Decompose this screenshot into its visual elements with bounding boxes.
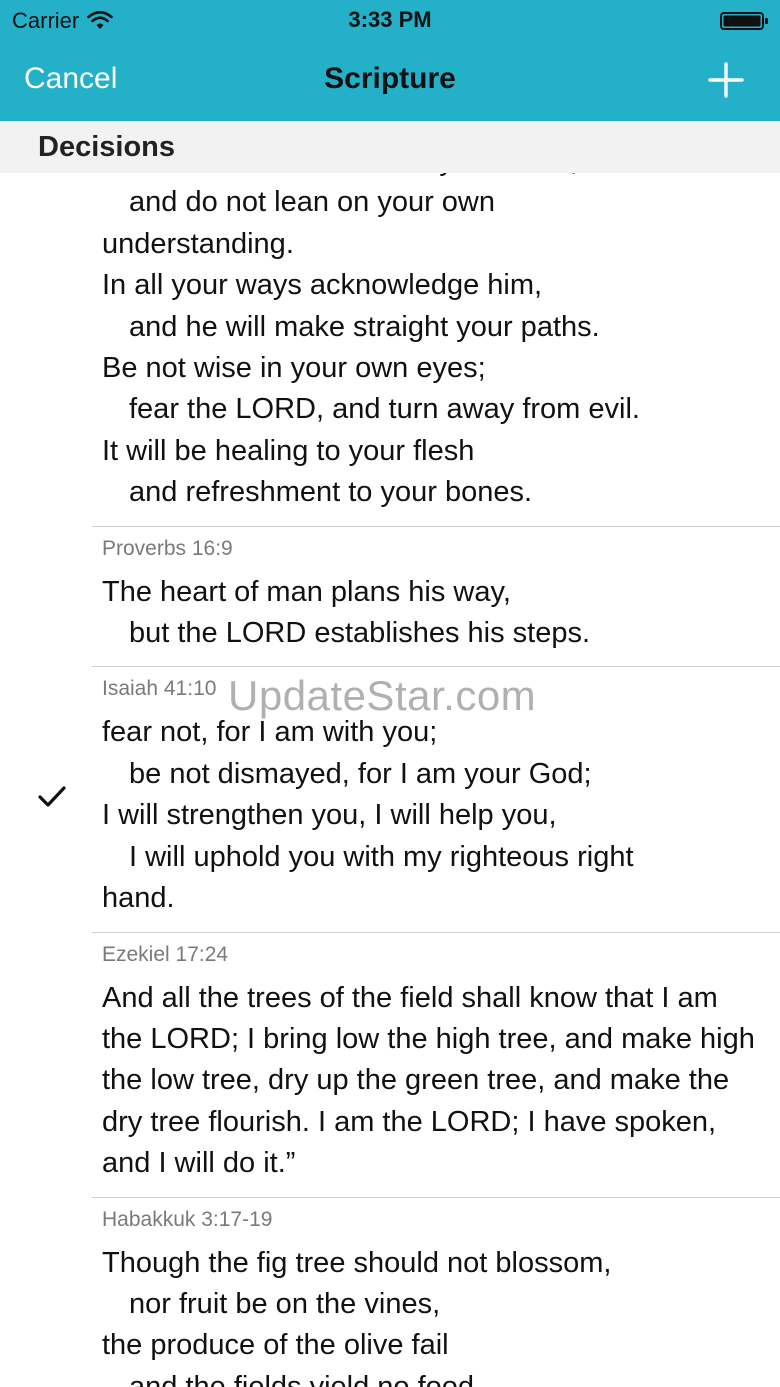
verse-line: and do not lean on your own (129, 186, 495, 219)
verse-line: The heart of man plans his way, (102, 575, 511, 608)
list-item[interactable]: Proverbs 16:9 The heart of man plans his… (0, 527, 780, 667)
page-title: Scripture (324, 62, 456, 95)
verse-line: and he will make straight your paths. (129, 310, 600, 343)
verse-line: and the fields yield no food, (129, 1370, 483, 1387)
verse-reference: Habakkuk 3:17-19 (102, 1207, 273, 1231)
status-bar: Carrier 3:33 PM (0, 0, 780, 40)
verse-line: and refreshment to your bones. (129, 476, 533, 509)
verse-line: It will be healing to your flesh (102, 434, 475, 467)
verse-line: In all your ways acknowledge him, (102, 269, 543, 302)
verse-paragraph: And all the trees of the field shall kno… (102, 981, 755, 1180)
battery-icon (720, 12, 768, 30)
verse-text: Though the fig tree should not blossom, … (102, 1239, 768, 1387)
verse-line: I will uphold you with my righteous righ… (129, 840, 634, 873)
verse-line: fear the LORD, and turn away from evil. (129, 393, 640, 426)
scripture-list[interactable]: Decisions Trust in the LORD with all you… (0, 121, 780, 1387)
app-screen: Carrier 3:33 PM Cancel Scripture Decisio… (0, 0, 780, 1387)
add-icon[interactable] (708, 62, 744, 98)
top-bar: Carrier 3:33 PM Cancel Scripture (0, 0, 780, 121)
list-item[interactable]: Ezekiel 17:24 And all the trees of the f… (0, 933, 780, 1197)
status-time: 3:33 PM (348, 7, 432, 32)
watermark: UpdateStar.com (228, 672, 537, 719)
verse-text: fear not, for I am with you; be not dism… (102, 708, 768, 931)
section-title: Decisions (38, 131, 175, 163)
verse-line: nor fruit be on the vines, (129, 1287, 441, 1320)
navigation-bar: Cancel Scripture (0, 40, 780, 121)
verse-line: understanding. (102, 227, 294, 260)
list-item[interactable]: Habakkuk 3:17-19 Though the fig tree sho… (0, 1198, 780, 1387)
verse-text: Trust in the LORD with all your heart, a… (102, 141, 768, 526)
list-content: Trust in the LORD with all your heart, a… (0, 141, 780, 1387)
verse-line: be not dismayed, for I am your God; (129, 757, 592, 790)
list-item[interactable]: Trust in the LORD with all your heart, a… (0, 141, 780, 526)
verse-line: I will strengthen you, I will help you, (102, 799, 557, 832)
verse-line: Be not wise in your own eyes; (102, 352, 486, 385)
verse-text: The heart of man plans his way, but the … (102, 568, 768, 667)
verse-reference: Proverbs 16:9 (102, 536, 233, 560)
verse-line: hand. (102, 882, 175, 915)
checkmark-icon (38, 786, 66, 808)
verse-line: the produce of the olive fail (102, 1329, 449, 1362)
section-header: Decisions (0, 121, 780, 173)
verse-line: but the LORD establishes his steps. (129, 617, 591, 650)
verse-reference: Ezekiel 17:24 (102, 942, 229, 966)
verse-line: Though the fig tree should not blossom, (102, 1246, 612, 1279)
verse-text: And all the trees of the field shall kno… (102, 974, 768, 1197)
